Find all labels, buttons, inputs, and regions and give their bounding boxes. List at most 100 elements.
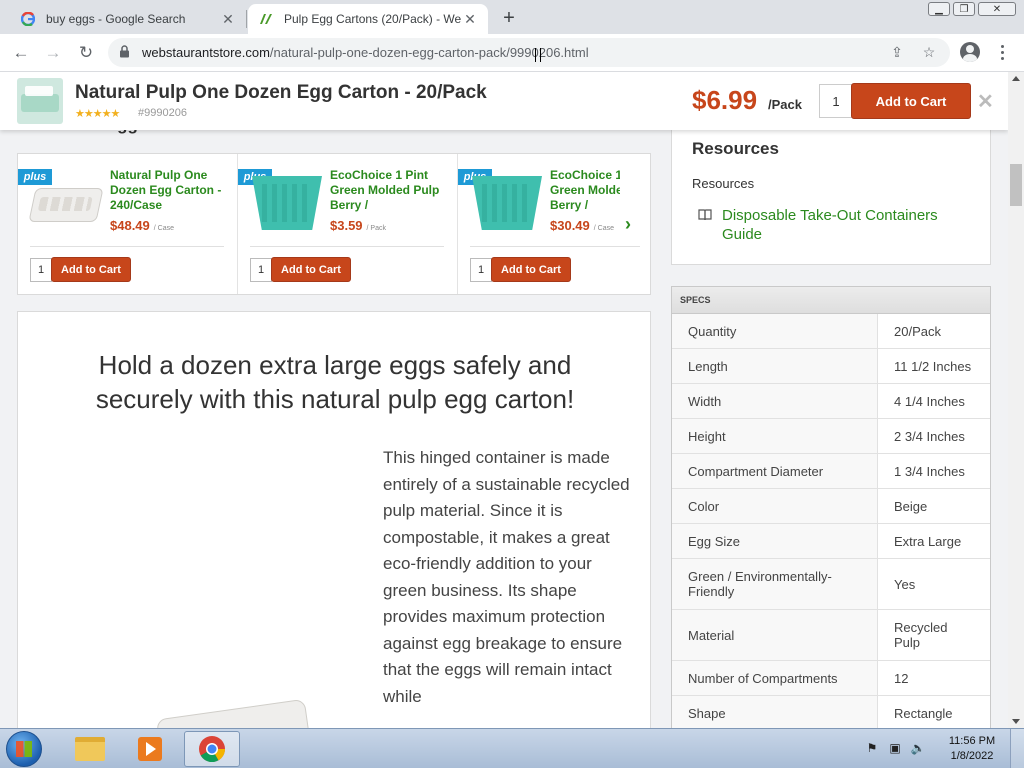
spec-row: Quantity 20/Pack xyxy=(672,314,990,349)
scroll-down-icon[interactable] xyxy=(1012,719,1020,724)
taskbar-clock[interactable]: 11:56 PM 1/8/2022 xyxy=(936,734,1008,764)
spec-row: Material Recycled Pulp xyxy=(672,610,990,661)
profile-avatar[interactable] xyxy=(960,42,980,62)
quantity-input[interactable]: 1 xyxy=(819,84,853,118)
description-body: This hinged container is made entirely o… xyxy=(383,448,630,706)
product-description: Hold a dozen extra large eggs safely and… xyxy=(17,311,651,728)
google-icon xyxy=(20,11,36,27)
quantity-input[interactable]: 1 xyxy=(250,258,272,282)
berry-basket-image[interactable] xyxy=(252,176,322,230)
reload-icon[interactable]: ↻ xyxy=(74,41,98,65)
tab-title: Pulp Egg Cartons (20/Pack) - We xyxy=(284,12,462,26)
tab-webstaurant[interactable]: Pulp Egg Cartons (20/Pack) - We ✕ xyxy=(248,4,488,34)
product-price: $6.99 xyxy=(692,85,758,115)
spec-value: Recycled Pulp xyxy=(894,620,948,650)
add-to-cart-button[interactable]: Add to Cart xyxy=(851,83,971,119)
suggested-product-name[interactable]: Natural Pulp One Dozen Egg Carton - 240/… xyxy=(110,168,228,213)
clock-time: 11:56 PM xyxy=(948,735,996,747)
add-to-cart-button[interactable]: Add to Cart xyxy=(51,257,131,282)
add-to-cart-button[interactable]: Add to Cart xyxy=(491,257,571,282)
scroll-thumb[interactable] xyxy=(1010,164,1022,206)
rating-stars[interactable]: ★★★★★ xyxy=(75,107,120,120)
spec-value: 1 3/4 Inches xyxy=(894,463,965,479)
bookmark-star-icon[interactable]: ☆ xyxy=(921,44,937,60)
restore-icon[interactable]: ❐ xyxy=(953,2,975,16)
minimize-icon[interactable]: ▁ xyxy=(928,2,950,16)
resource-guide-link[interactable]: Disposable Take-Out Containers Guide xyxy=(722,206,972,244)
spec-row: Height 2 3/4 Inches xyxy=(672,419,990,454)
suggested-card[interactable]: plus EcoChoice 1 Quart Green Molded Pulp… xyxy=(458,154,650,294)
chrome-taskbar-item[interactable] xyxy=(184,731,240,767)
spec-row: Egg Size Extra Large xyxy=(672,524,990,559)
carousel-next-icon[interactable]: › xyxy=(625,214,631,235)
spec-row: Width 4 1/4 Inches xyxy=(672,384,990,419)
spec-key: Compartment Diameter xyxy=(672,454,878,488)
tab-separator xyxy=(246,10,247,28)
suggested-product-name[interactable]: EcoChoice 1 Quart Green Molded Pulp Berr… xyxy=(550,168,620,213)
spec-key: Material xyxy=(672,610,878,660)
network-icon[interactable]: ▣ xyxy=(887,740,903,756)
spec-key: Length xyxy=(672,349,878,383)
tab-close-icon[interactable]: ✕ xyxy=(220,11,236,27)
product-sku: #9990206 xyxy=(138,107,187,119)
suggested-product-price: $3.59/ Pack xyxy=(330,218,386,233)
explorer-taskbar-item[interactable] xyxy=(62,731,118,767)
spec-row: Length 11 1/2 Inches xyxy=(672,349,990,384)
spec-key: Number of Compartments xyxy=(672,661,878,695)
specs-table: SPECS Quantity 20/Pack Length 11 1/2 Inche… xyxy=(671,286,991,728)
spec-row: Shape Rectangle xyxy=(672,696,990,728)
card-divider xyxy=(470,246,640,247)
address-bar[interactable]: webstaurantstore.com/natural-pulp-one-do… xyxy=(108,38,950,67)
chrome-icon xyxy=(199,736,226,763)
add-to-cart-button[interactable]: Add to Cart xyxy=(271,257,351,282)
specs-heading: SPECS xyxy=(672,287,990,314)
spec-value: 2 3/4 Inches xyxy=(894,428,965,444)
suggested-card[interactable]: plus EcoChoice 1 Pint Green Molded Pulp … xyxy=(238,154,458,294)
product-thumbnail xyxy=(17,78,63,124)
tab-google-search[interactable]: buy eggs - Google Search ✕ xyxy=(8,4,246,34)
spec-key: Green / Environmentally-Friendly xyxy=(672,559,878,609)
new-tab-icon[interactable]: + xyxy=(498,7,520,29)
egg-carton-image[interactable] xyxy=(28,188,104,222)
spec-key: Quantity xyxy=(672,314,878,348)
card-divider xyxy=(250,246,444,247)
price-unit: / Case xyxy=(153,225,174,232)
clock-date: 1/8/2022 xyxy=(950,750,994,762)
action-center-icon[interactable]: ⚑ xyxy=(864,740,880,756)
forward-icon[interactable]: → xyxy=(41,41,65,65)
suggested-product-name[interactable]: EcoChoice 1 Pint Green Molded Pulp Berry… xyxy=(330,168,448,213)
url-text: webstaurantstore.com/natural-pulp-one-do… xyxy=(142,45,589,60)
back-icon[interactable]: ← xyxy=(9,41,33,65)
media-player-icon xyxy=(138,737,162,761)
start-button[interactable] xyxy=(6,731,42,767)
spec-key: Shape xyxy=(672,696,878,728)
spec-value: 11 1/2 Inches xyxy=(894,358,972,374)
quantity-input[interactable]: 1 xyxy=(470,258,492,282)
browser-menu-icon[interactable] xyxy=(995,42,1009,62)
spec-key: Height xyxy=(672,419,878,453)
system-tray: ⚑ ▣ 🔈 xyxy=(864,740,926,756)
price-value: $48.49 xyxy=(110,218,150,233)
spec-value: Rectangle xyxy=(894,705,953,721)
scroll-up-icon[interactable] xyxy=(1012,76,1020,81)
show-desktop-button[interactable] xyxy=(1010,729,1024,768)
price-unit: / Case xyxy=(593,225,614,232)
volume-icon[interactable]: 🔈 xyxy=(910,740,926,756)
resources-title: Resources xyxy=(692,139,779,158)
browser-toolbar: ← → ↻ webstaurantstore.com/natural-pulp-… xyxy=(0,34,1024,72)
text-cursor-icon xyxy=(535,48,541,62)
card-divider xyxy=(30,246,224,247)
quantity-input[interactable]: 1 xyxy=(30,258,52,282)
spec-key: Color xyxy=(672,489,878,523)
suggested-card[interactable]: plus Natural Pulp One Dozen Egg Carton -… xyxy=(18,154,238,294)
suggested-products: plus Natural Pulp One Dozen Egg Carton -… xyxy=(17,153,651,295)
spec-value: Yes xyxy=(894,576,916,592)
media-player-taskbar-item[interactable] xyxy=(122,731,178,767)
close-icon[interactable]: ✕ xyxy=(977,89,994,114)
page-scrollbar[interactable] xyxy=(1008,72,1024,728)
berry-basket-image[interactable] xyxy=(472,176,542,230)
window-close-icon[interactable]: ✕ xyxy=(978,2,1016,16)
tab-close-icon[interactable]: ✕ xyxy=(462,11,478,27)
spec-value: Extra Large xyxy=(894,533,962,549)
share-icon[interactable]: ⇪ xyxy=(889,44,905,60)
